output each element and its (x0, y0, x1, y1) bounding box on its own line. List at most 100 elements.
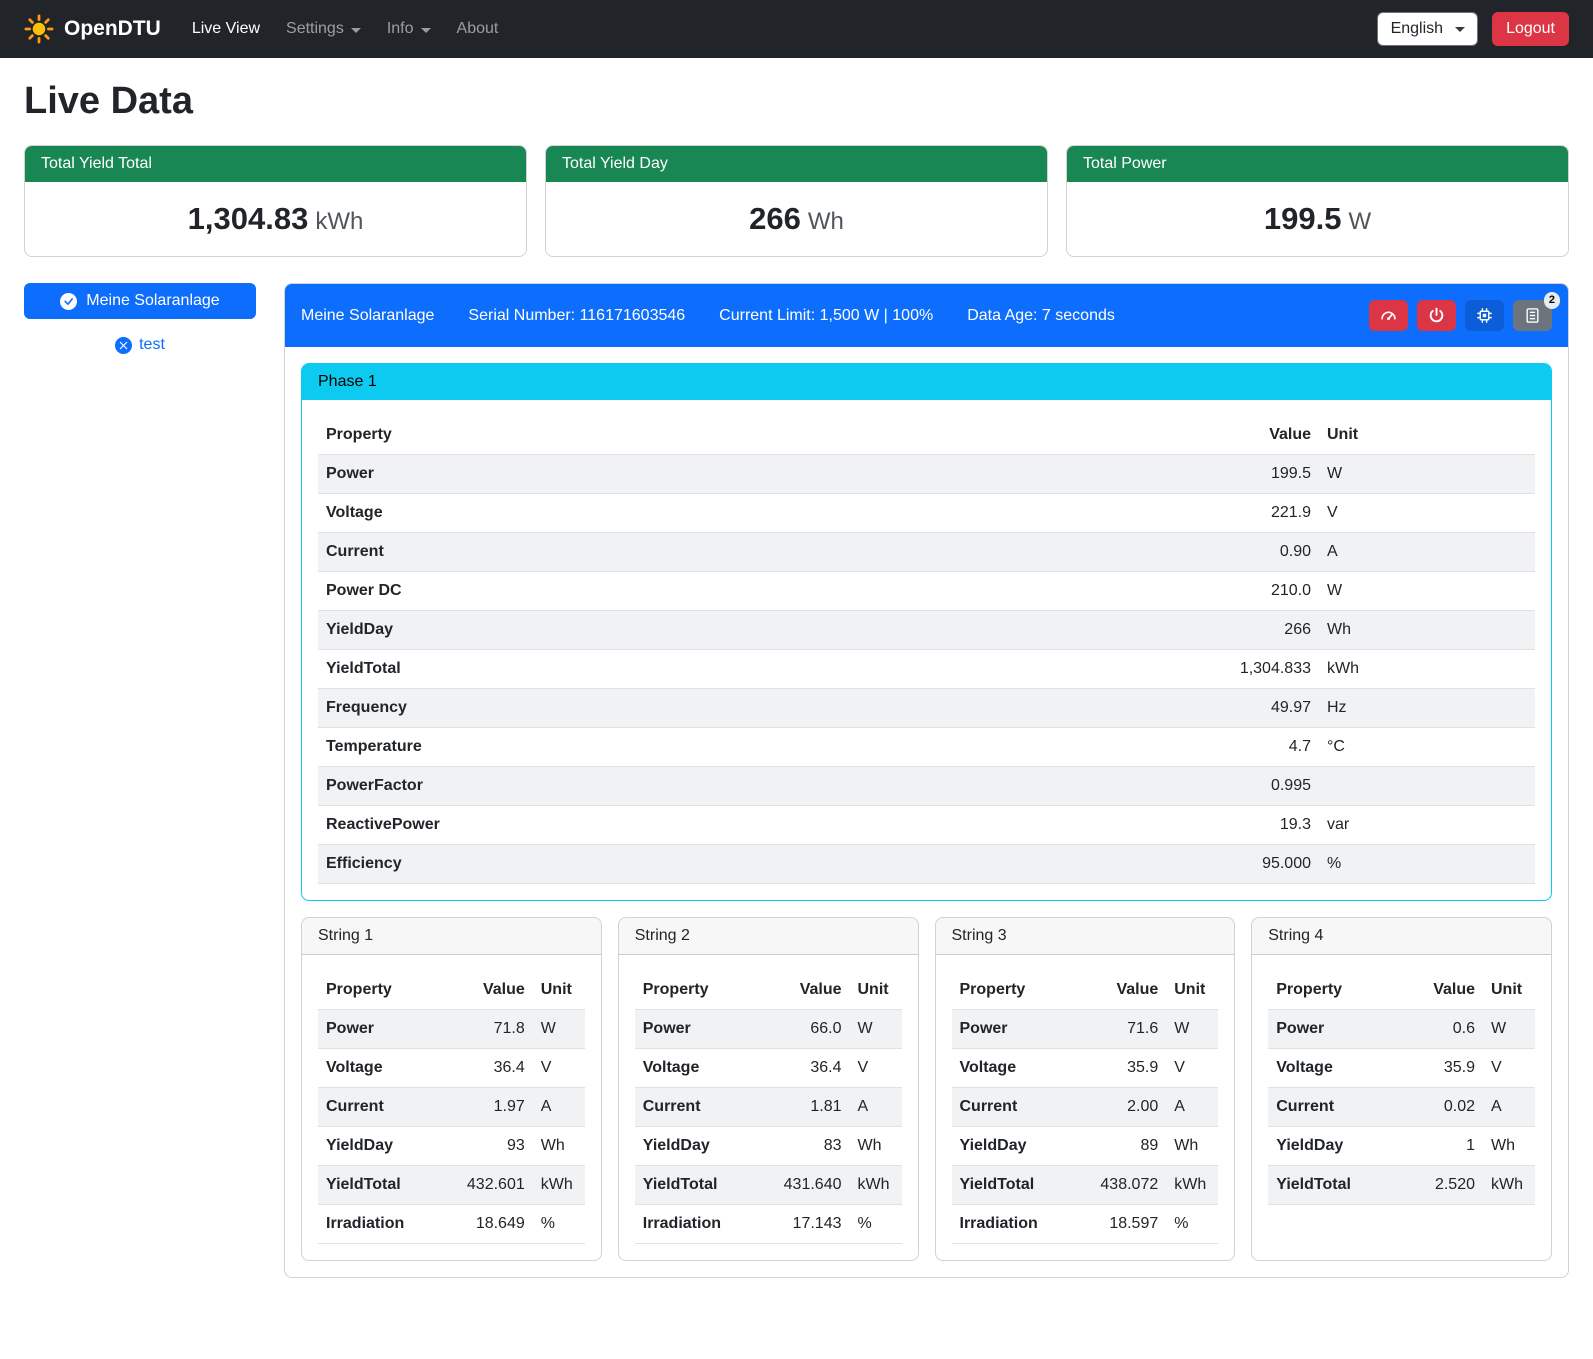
journal-icon (1524, 307, 1541, 324)
row-value: 1.81 (760, 1088, 850, 1127)
string-card-title: String 4 (1252, 918, 1551, 955)
row-value: 71.6 (1076, 1010, 1166, 1049)
row-value: 19.3 (1189, 806, 1319, 845)
table-row: YieldDay 93 Wh (318, 1127, 585, 1166)
row-unit: W (1319, 572, 1535, 611)
table-row: Current 2.00 A (952, 1088, 1219, 1127)
table-row: Irradiation 18.597 % (952, 1205, 1219, 1244)
check-circle-icon (60, 293, 77, 310)
row-value: 95.000 (1189, 845, 1319, 884)
column-header-property: Property (318, 971, 443, 1010)
row-unit: V (1166, 1049, 1218, 1088)
row-value: 210.0 (1189, 572, 1319, 611)
row-unit (1319, 767, 1535, 806)
row-value: 1 (1393, 1127, 1483, 1166)
limit-settings-button[interactable] (1369, 300, 1408, 331)
inverter-button-meine-solaranlage[interactable]: Meine Solaranlage (24, 283, 256, 319)
row-unit: kWh (1483, 1166, 1535, 1205)
power-control-button[interactable] (1417, 300, 1456, 331)
row-property: Voltage (318, 494, 1189, 533)
row-property: Current (318, 1088, 443, 1127)
row-unit: Wh (850, 1127, 902, 1166)
row-property: YieldDay (318, 1127, 443, 1166)
row-unit: var (1319, 806, 1535, 845)
row-unit: % (533, 1205, 585, 1244)
card-value: 199.5 (1264, 201, 1342, 236)
string-table: Property Value Unit Power (635, 971, 902, 1244)
column-header-value: Value (1393, 971, 1483, 1010)
card-unit: W (1348, 208, 1371, 235)
row-unit: Wh (533, 1127, 585, 1166)
row-unit: % (1319, 845, 1535, 884)
row-property: Current (952, 1088, 1077, 1127)
device-info-button[interactable] (1465, 300, 1504, 331)
cpu-icon (1476, 307, 1493, 324)
table-row: Voltage 36.4 V (635, 1049, 902, 1088)
row-value: 0.90 (1189, 533, 1319, 572)
row-unit: °C (1319, 728, 1535, 767)
column-header-unit: Unit (1319, 416, 1535, 455)
event-log-button[interactable]: 2 (1513, 300, 1552, 331)
string-card-3: String 3 Property Value Unit (935, 917, 1236, 1261)
string-card-title: String 1 (302, 918, 601, 955)
row-value: 266 (1189, 611, 1319, 650)
table-row: ReactivePower 19.3 var (318, 806, 1535, 845)
row-value: 71.8 (443, 1010, 533, 1049)
row-unit: A (850, 1088, 902, 1127)
row-property: Efficiency (318, 845, 1189, 884)
table-row: YieldDay 83 Wh (635, 1127, 902, 1166)
language-select[interactable]: English (1377, 12, 1478, 46)
row-value: 18.649 (443, 1205, 533, 1244)
row-property: YieldTotal (318, 650, 1189, 689)
string-table: Property Value Unit Power (318, 971, 585, 1244)
row-property: Voltage (635, 1049, 760, 1088)
string-card-2: String 2 Property Value Unit (618, 917, 919, 1261)
nav-about[interactable]: About (444, 12, 512, 46)
column-header-unit: Unit (1483, 971, 1535, 1010)
nav-settings[interactable]: Settings (273, 12, 374, 46)
row-property: Power (952, 1010, 1077, 1049)
row-property: PowerFactor (318, 767, 1189, 806)
table-row: Frequency 49.97 Hz (318, 689, 1535, 728)
row-property: YieldTotal (318, 1166, 443, 1205)
row-value: 4.7 (1189, 728, 1319, 767)
row-unit: V (533, 1049, 585, 1088)
power-icon (1428, 307, 1445, 324)
inverter-button-test[interactable]: test (107, 332, 173, 358)
row-property: YieldDay (635, 1127, 760, 1166)
column-header-value: Value (1189, 416, 1319, 455)
nav-live-view[interactable]: Live View (179, 12, 273, 46)
row-value: 17.143 (760, 1205, 850, 1244)
row-value: 221.9 (1189, 494, 1319, 533)
table-header-row: Property Value Unit (635, 971, 902, 1010)
logout-button[interactable]: Logout (1492, 12, 1569, 46)
table-row: Temperature 4.7 °C (318, 728, 1535, 767)
row-unit: A (533, 1088, 585, 1127)
row-property: Current (1268, 1088, 1393, 1127)
row-property: Irradiation (635, 1205, 760, 1244)
brand[interactable]: OpenDTU (24, 14, 161, 44)
inverter-button-label: test (139, 336, 165, 354)
table-row: Voltage 35.9 V (952, 1049, 1219, 1088)
card-title: Total Power (1067, 146, 1568, 182)
card-value: 266 (749, 201, 801, 236)
card-title: Total Yield Day (546, 146, 1047, 182)
nav-info[interactable]: Info (374, 12, 444, 46)
row-value: 431.640 (760, 1166, 850, 1205)
brand-label: OpenDTU (64, 17, 161, 41)
row-unit: Wh (1166, 1127, 1218, 1166)
row-unit: kWh (1166, 1166, 1218, 1205)
nav-right: English Logout (1377, 12, 1569, 46)
table-row: YieldTotal 2.520 kWh (1268, 1166, 1535, 1205)
table-row: Voltage 35.9 V (1268, 1049, 1535, 1088)
table-row: YieldTotal 438.072 kWh (952, 1166, 1219, 1205)
row-property: Power (318, 1010, 443, 1049)
row-unit: kWh (1319, 650, 1535, 689)
table-row: Current 0.90 A (318, 533, 1535, 572)
navbar: OpenDTU Live View Settings Info About En… (0, 0, 1593, 58)
table-row: Efficiency 95.000 % (318, 845, 1535, 884)
row-property: Power DC (318, 572, 1189, 611)
table-row: Voltage 221.9 V (318, 494, 1535, 533)
table-header-row: Property Value Unit (318, 971, 585, 1010)
row-unit: W (1483, 1010, 1535, 1049)
